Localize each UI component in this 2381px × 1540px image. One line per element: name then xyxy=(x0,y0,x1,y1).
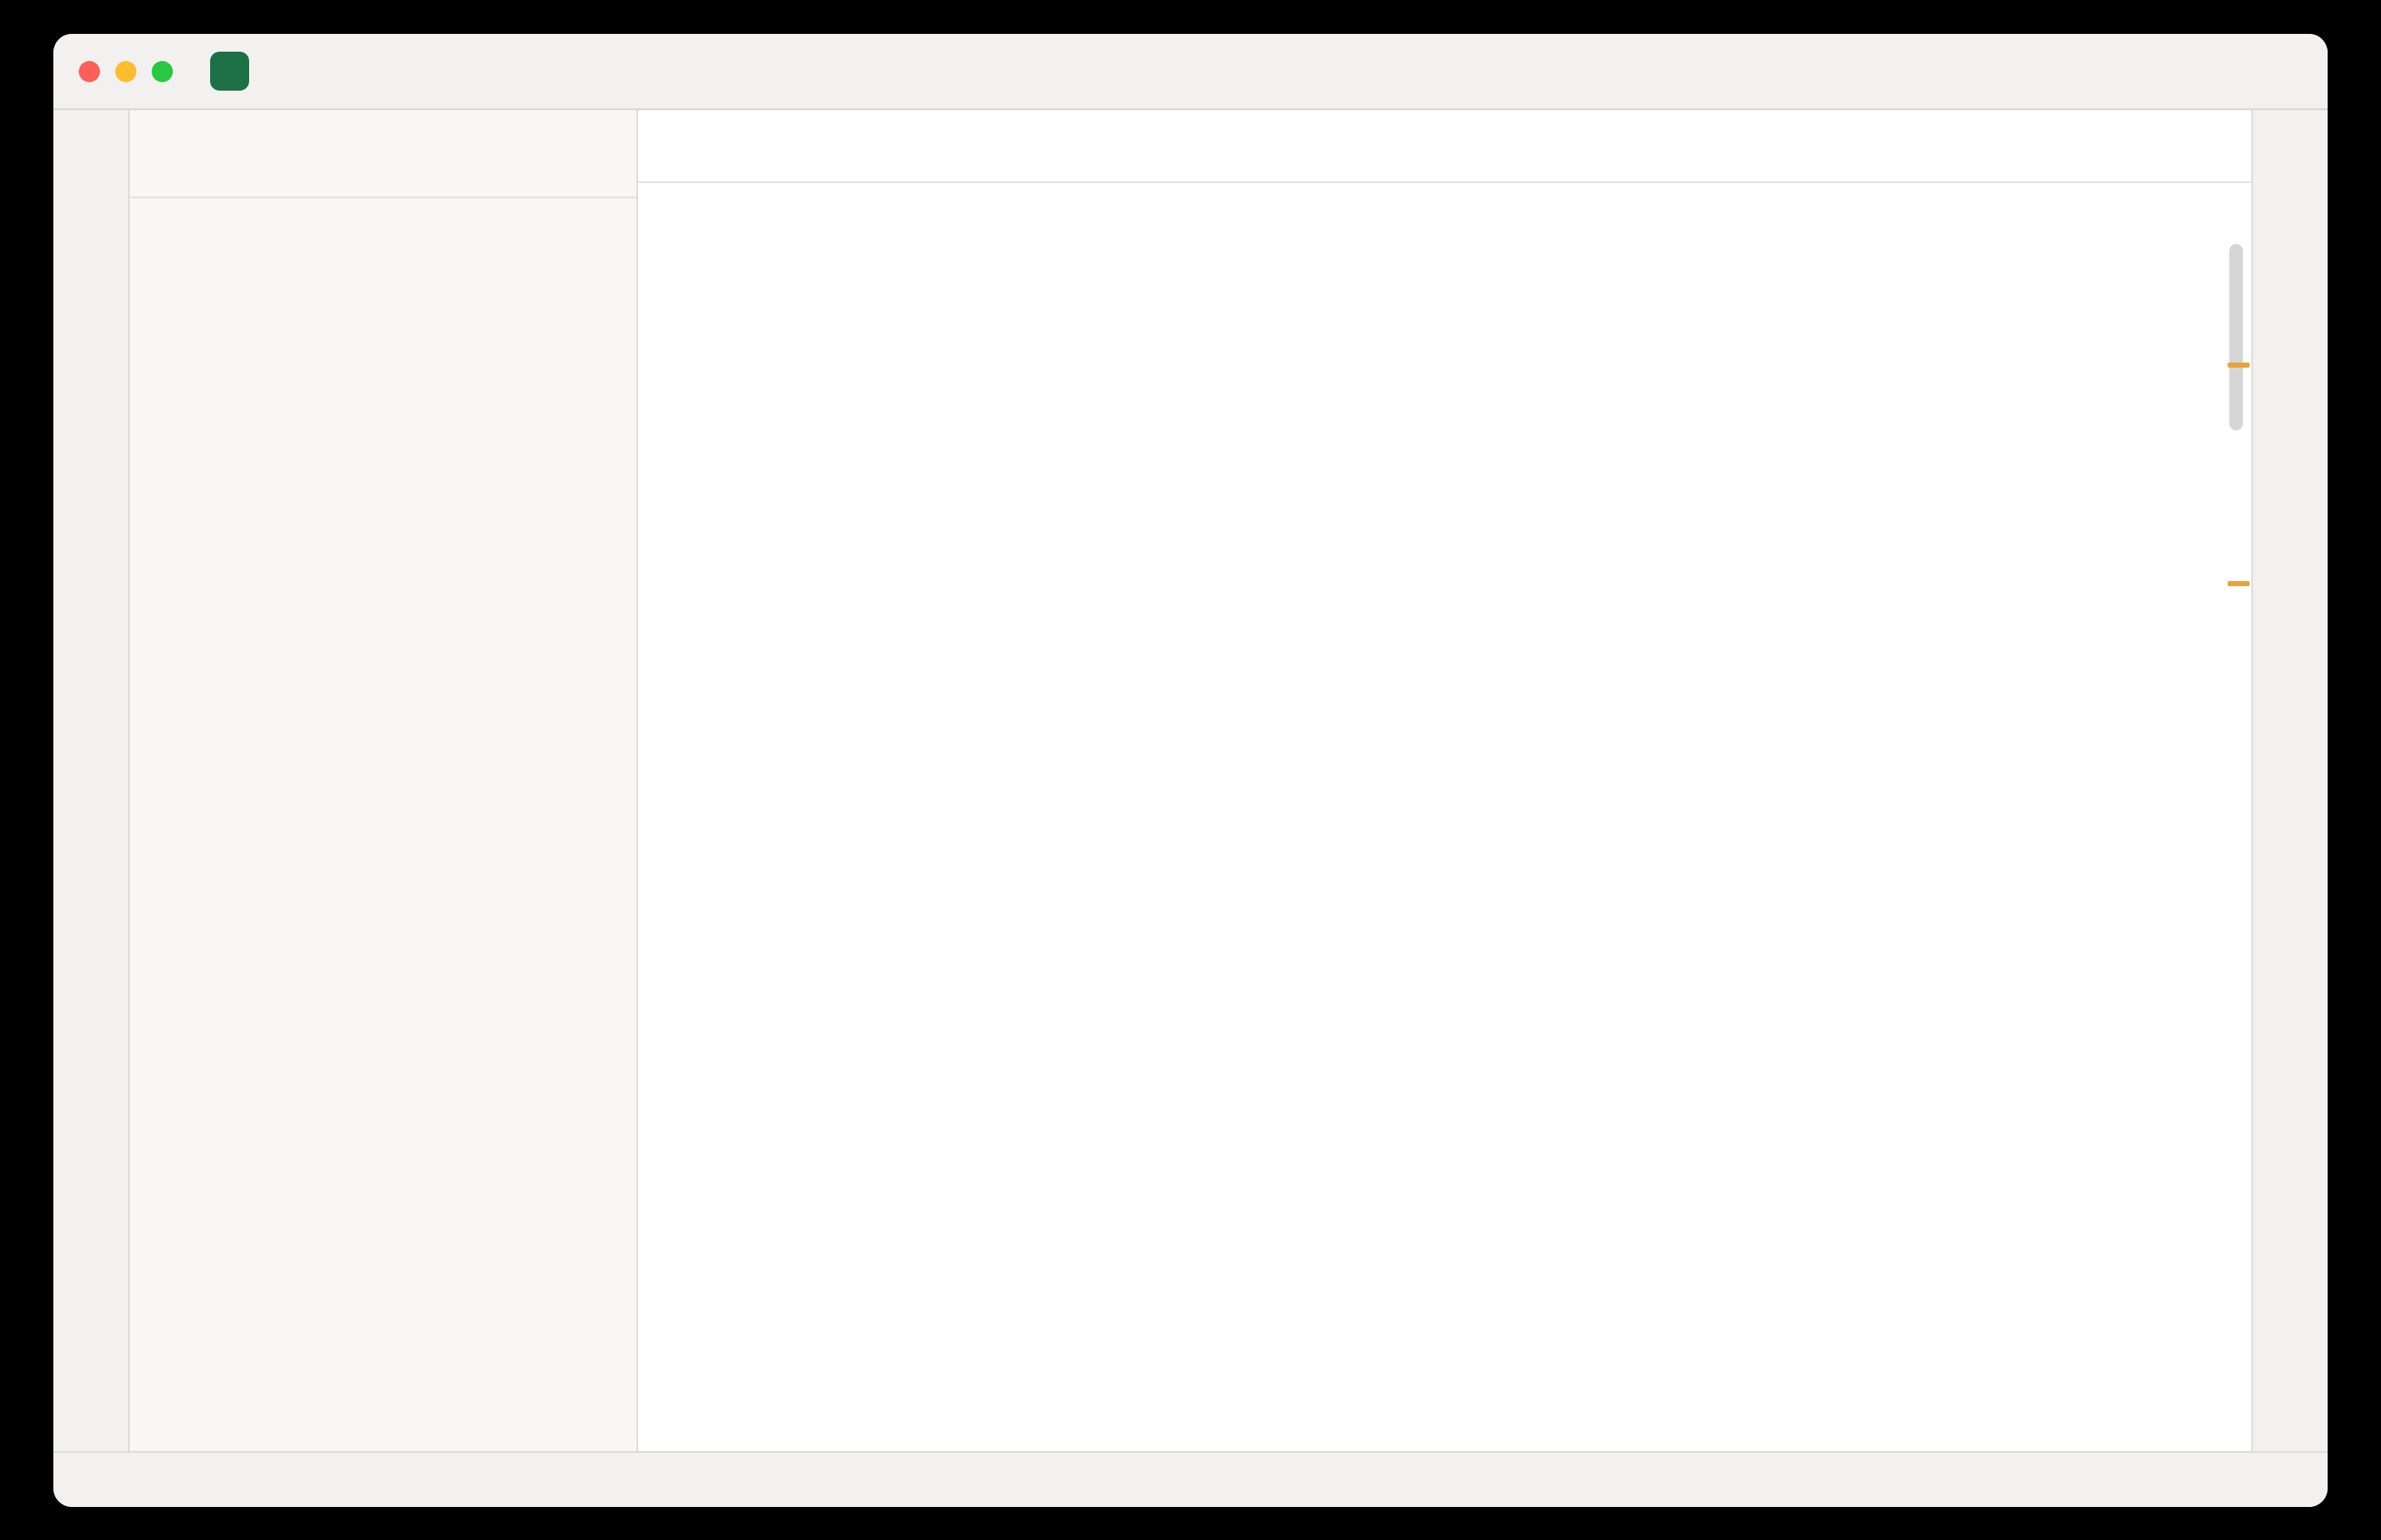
run-button[interactable] xyxy=(1095,48,1141,94)
traffic-lights xyxy=(79,61,173,82)
analysis-mark[interactable] xyxy=(2228,363,2250,368)
inspection-widget[interactable] xyxy=(2106,195,2195,202)
project-selector[interactable] xyxy=(198,45,281,97)
close-window-button[interactable] xyxy=(79,61,100,82)
code-editor[interactable] xyxy=(638,183,2251,1451)
left-tool-rail xyxy=(53,110,130,1451)
vcs-selector[interactable] xyxy=(281,64,315,78)
device-selector[interactable] xyxy=(956,64,1000,78)
debug-button[interactable] xyxy=(1166,48,1212,94)
minimize-window-button[interactable] xyxy=(115,61,136,82)
main-area xyxy=(53,110,2328,1451)
zoom-window-button[interactable] xyxy=(152,61,173,82)
statusbar xyxy=(53,1451,2328,1507)
run-toolbar xyxy=(956,34,1283,108)
project-tool-window xyxy=(130,110,638,1451)
analysis-mark[interactable] xyxy=(2228,581,2250,586)
editor-tabbar xyxy=(638,110,2251,183)
titlebar xyxy=(53,34,2328,110)
hidden-tabs-dropdown[interactable] xyxy=(677,110,728,181)
run-config-selector[interactable] xyxy=(1025,64,1069,78)
structure-title xyxy=(130,198,636,259)
jetnews-logo xyxy=(210,52,249,91)
more-actions-button[interactable] xyxy=(1237,48,1283,94)
editor-scrollbar[interactable] xyxy=(2229,244,2243,430)
right-tool-rail xyxy=(2251,110,2328,1451)
editor-area xyxy=(638,110,2251,1451)
structure-tool-window xyxy=(130,197,636,259)
ide-window xyxy=(53,34,2328,1507)
